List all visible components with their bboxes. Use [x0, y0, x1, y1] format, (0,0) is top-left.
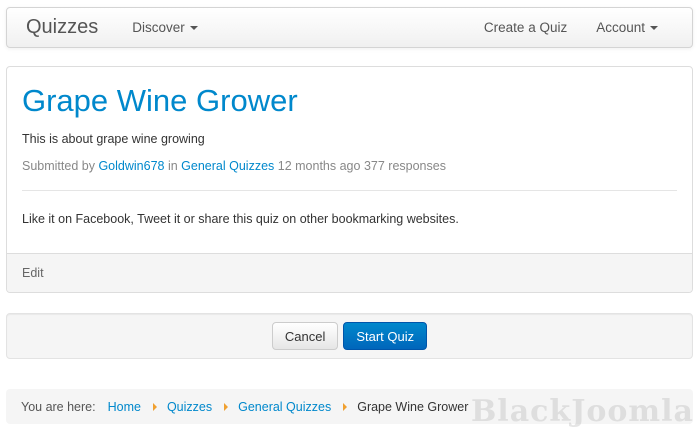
quiz-title: Grape Wine Grower — [22, 83, 298, 118]
response-count: 377 responses — [363, 159, 446, 173]
breadcrumb-general-quizzes[interactable]: General Quizzes — [238, 400, 331, 414]
breadcrumb-home[interactable]: Home — [108, 400, 141, 414]
top-navbar: Quizzes Discover Create a Quiz Account — [6, 7, 693, 48]
quiz-card-footer: Edit — [7, 253, 692, 292]
submitted-by-label: Submitted by — [22, 159, 95, 173]
in-label: in — [167, 159, 178, 173]
account-menu[interactable]: Account — [596, 20, 658, 35]
share-text: Like it on Facebook, Tweet it or share t… — [22, 212, 459, 226]
nav-right: Create a Quiz Account — [484, 20, 692, 35]
discover-menu[interactable]: Discover — [132, 20, 198, 35]
cancel-button[interactable]: Cancel — [271, 322, 339, 350]
discover-label: Discover — [132, 20, 185, 35]
breadcrumb-separator-icon — [152, 402, 157, 411]
breadcrumb-current: Grape Wine Grower — [357, 399, 469, 414]
edit-link[interactable]: Edit — [22, 266, 44, 280]
divider — [22, 190, 677, 191]
brand-link[interactable]: Quizzes — [26, 16, 98, 39]
breadcrumb-label: You are here: — [21, 399, 96, 414]
create-quiz-link[interactable]: Create a Quiz — [484, 20, 567, 35]
start-quiz-button[interactable]: Start Quiz — [343, 322, 428, 350]
quiz-actions: Cancel Start Quiz — [6, 313, 693, 359]
quiz-card-body: Grape Wine Grower This is about grape wi… — [7, 67, 692, 226]
author-link[interactable]: Goldwin678 — [98, 159, 164, 173]
time-ago: 12 months ago — [277, 159, 361, 173]
breadcrumb-quizzes[interactable]: Quizzes — [167, 400, 212, 414]
chevron-down-icon — [650, 26, 658, 30]
quiz-description: This is about grape wine growing — [22, 132, 205, 146]
breadcrumb-separator-icon — [343, 402, 348, 411]
category-link[interactable]: General Quizzes — [181, 159, 274, 173]
quiz-meta: Submitted by Goldwin678 in General Quizz… — [22, 159, 677, 173]
quiz-card: Grape Wine Grower This is about grape wi… — [6, 66, 693, 293]
breadcrumb-separator-icon — [224, 402, 229, 411]
breadcrumb: You are here: Home Quizzes General Quizz… — [6, 389, 693, 424]
account-label: Account — [596, 20, 645, 35]
chevron-down-icon — [189, 26, 198, 30]
